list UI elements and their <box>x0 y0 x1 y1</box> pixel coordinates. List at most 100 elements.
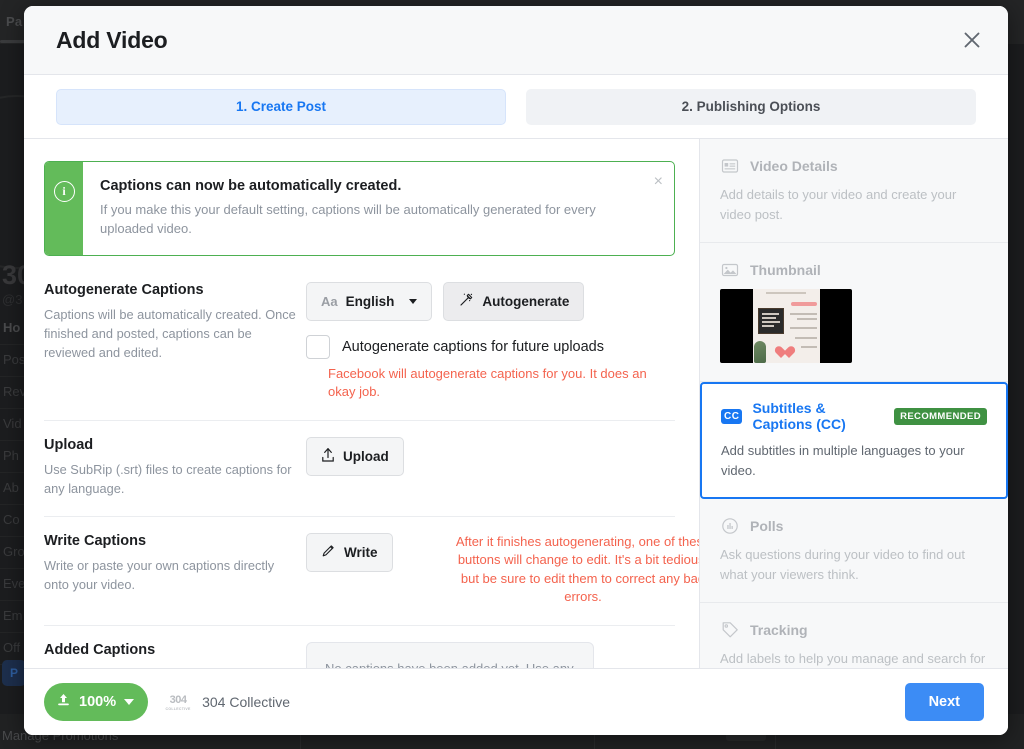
write-annotation: After it finishes autogenerating, one of… <box>455 533 699 605</box>
backdrop-nav-divider <box>0 632 26 633</box>
section-autogenerate-captions: Autogenerate Captions Captions will be a… <box>44 280 675 420</box>
section-description: Write or paste your own captions directl… <box>44 557 275 593</box>
captions-info-banner: i Captions can now be automatically crea… <box>44 161 675 256</box>
pencil-icon <box>321 543 336 561</box>
backdrop-nav-item: Ab <box>3 480 19 495</box>
section-title: Write Captions <box>44 532 147 549</box>
sidebar-item-description: Add subtitles in multiple languages to y… <box>721 443 965 478</box>
sidebar-item-tracking[interactable]: Tracking Add labels to help you manage a… <box>700 603 1008 668</box>
backdrop-nav-item: Em <box>3 608 23 623</box>
next-button[interactable]: Next <box>904 683 984 721</box>
step-tabs: 1. Create Post 2. Publishing Options <box>24 75 1008 139</box>
backdrop-promote-button: P <box>2 660 26 686</box>
language-select[interactable]: Aa English <box>306 281 433 321</box>
autogenerate-annotation: Facebook will autogenerate captions for … <box>328 365 647 400</box>
backdrop-nav-item: Vid <box>3 416 22 431</box>
backdrop-nav-divider <box>0 344 26 345</box>
backdrop-nav-divider <box>0 376 26 377</box>
magic-wand-icon <box>458 292 474 311</box>
section-description: Captions will be automatically created. … <box>44 306 296 361</box>
section-added-captions: Added Captions Here are the caption opti… <box>44 624 675 668</box>
cc-icon: CC <box>721 408 743 424</box>
sidebar-item-thumbnail[interactable]: Thumbnail <box>700 243 1008 382</box>
backdrop-nav-divider <box>0 600 26 601</box>
upload-icon <box>56 692 71 713</box>
autogenerate-button-label: Autogenerate <box>482 293 570 309</box>
language-value: English <box>345 293 395 309</box>
backdrop-nav-divider <box>0 472 26 473</box>
poll-icon <box>720 516 740 536</box>
banner-close-icon[interactable]: × <box>654 174 663 190</box>
backdrop-nav-divider <box>0 408 26 409</box>
recommended-badge: RECOMMENDED <box>894 407 987 425</box>
backdrop-nav-item: Co <box>3 512 20 527</box>
backdrop-tab-underline <box>0 40 26 43</box>
modal-header: Add Video <box>24 6 1008 75</box>
write-button[interactable]: Write <box>306 532 393 572</box>
backdrop-page-handle: @3 <box>2 292 23 307</box>
sidebar-item-label: Video Details <box>750 158 838 174</box>
aa-icon: Aa <box>321 293 338 309</box>
add-video-modal: Add Video 1. Create Post 2. Publishing O… <box>24 6 1008 735</box>
autogenerate-button[interactable]: Autogenerate <box>443 281 585 321</box>
banner-accent-stripe: i <box>45 162 83 255</box>
modal-body: i Captions can now be automatically crea… <box>24 139 1008 668</box>
future-uploads-label: Autogenerate captions for future uploads <box>342 338 604 355</box>
thumbnail-preview[interactable] <box>720 289 852 363</box>
close-icon[interactable] <box>958 26 986 54</box>
backdrop-tab-label: Pa <box>6 14 23 29</box>
upload-button-label: Upload <box>343 448 389 464</box>
sidebar-item-label: Polls <box>750 518 784 534</box>
sidebar-item-label: Tracking <box>750 622 808 638</box>
section-description: Here are the caption options that will b… <box>44 665 296 668</box>
backdrop-nav-item: Gro <box>3 544 25 559</box>
sidebar-item-video-details[interactable]: Video Details Add details to your video … <box>700 139 1008 243</box>
section-write-captions: Write Captions Write or paste your own c… <box>44 515 699 625</box>
backdrop-nav-item: Pos <box>3 352 26 367</box>
upload-arrow-icon <box>321 447 335 466</box>
tag-icon <box>720 620 740 640</box>
write-button-label: Write <box>344 544 378 560</box>
page-title: Add Video <box>56 26 168 53</box>
backdrop-nav-item: Eve <box>3 576 26 591</box>
page-logo-text: 304 <box>169 693 187 706</box>
backdrop-nav-divider <box>0 536 26 537</box>
captions-panel: i Captions can now be automatically crea… <box>24 139 699 668</box>
section-title: Autogenerate Captions <box>44 281 204 298</box>
video-options-sidebar: Video Details Add details to your video … <box>699 139 1008 668</box>
upload-button[interactable]: Upload <box>306 436 404 476</box>
chevron-down-icon <box>409 298 418 304</box>
sidebar-item-label: Subtitles & Captions (CC) <box>752 400 846 432</box>
future-uploads-checkbox[interactable] <box>306 334 330 359</box>
image-icon <box>720 260 740 280</box>
video-details-icon <box>720 156 740 176</box>
banner-subtitle: If you make this your default setting, c… <box>100 202 596 236</box>
modal-footer: 100% 304 COLLECTIVE 304 Collective Next <box>24 668 1008 735</box>
upload-progress-button[interactable]: 100% <box>44 683 149 721</box>
backdrop-nav-item: Ho <box>3 320 21 335</box>
sidebar-item-subtitles-captions[interactable]: CC Subtitles & Captions (CC) RECOMMENDED… <box>700 382 1008 499</box>
section-upload-captions: Upload Use SubRip (.srt) files to create… <box>44 419 675 516</box>
page-logo-subtext: COLLECTIVE <box>165 706 191 711</box>
sidebar-item-polls[interactable]: Polls Ask questions during your video to… <box>700 499 1008 603</box>
section-title: Upload <box>44 436 94 453</box>
chevron-down-icon <box>124 699 135 705</box>
sidebar-item-description: Add labels to help you manage and search… <box>720 651 986 666</box>
tab-create-post[interactable]: 1. Create Post <box>56 88 506 125</box>
section-title: Added Captions <box>44 641 156 658</box>
backdrop-nav-divider <box>0 568 26 569</box>
sidebar-item-description: Ask questions during your video to find … <box>720 547 965 582</box>
backdrop-nav-divider <box>0 440 26 441</box>
backdrop-nav-divider <box>0 504 26 505</box>
footer-page-name: 304 Collective <box>202 694 291 710</box>
section-description: Use SubRip (.srt) files to create captio… <box>44 461 292 496</box>
backdrop-nav-item: Rev <box>3 384 27 399</box>
page-logo: 304 COLLECTIVE <box>165 689 191 715</box>
sidebar-item-description: Add details to your video and create you… <box>720 187 957 222</box>
tab-publishing-options[interactable]: 2. Publishing Options <box>526 88 976 125</box>
added-captions-empty-state: No captions have been added yet. Use any… <box>306 641 594 668</box>
backdrop-nav-item: Off <box>3 640 21 655</box>
sidebar-item-label: Thumbnail <box>750 262 821 278</box>
upload-progress-value: 100% <box>79 694 117 710</box>
backdrop-nav-item: Ph <box>3 448 19 463</box>
